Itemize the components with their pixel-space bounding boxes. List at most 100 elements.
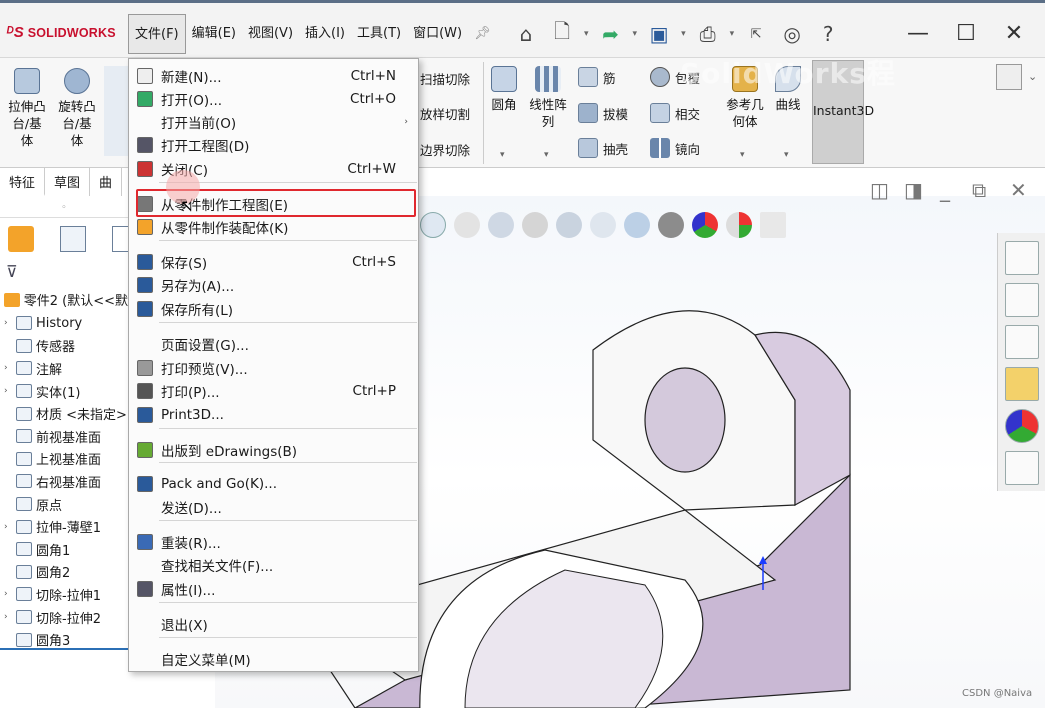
tree-item[interactable]: › 拉伸-薄壁1 xyxy=(4,515,128,538)
tree-item[interactable]: › History xyxy=(4,312,128,335)
file-menu-item[interactable]: 自定义菜单(M) xyxy=(129,647,418,670)
edit-appearance-icon[interactable] xyxy=(692,212,718,238)
previous-view-icon[interactable] xyxy=(488,212,514,238)
tab-sketch[interactable]: 草图 xyxy=(45,168,91,196)
chevron-down-icon[interactable]: ▾ xyxy=(730,29,735,39)
help-icon[interactable]: ? xyxy=(814,20,842,48)
file-menu-item[interactable]: 出版到 eDrawings(B) xyxy=(129,438,418,461)
revolve-boss-button[interactable]: 旋转凸 台/基 体 xyxy=(56,68,98,149)
close-icon[interactable]: ✕ xyxy=(996,18,1032,50)
chevron-down-icon[interactable]: ▾ xyxy=(500,150,505,160)
appearances-icon[interactable] xyxy=(1004,409,1039,443)
select-icon[interactable]: ⇱ xyxy=(742,20,770,48)
tree-item[interactable]: 圆角2 xyxy=(4,561,128,584)
file-menu-item[interactable]: 新建(N)... Ctrl+N xyxy=(129,64,418,87)
pin-icon[interactable]: 📌︎ xyxy=(468,14,497,54)
file-menu-item[interactable]: 另存为(A)... xyxy=(129,273,418,296)
shell-button[interactable]: 抽壳 xyxy=(578,138,628,158)
file-menu-item[interactable]: Print3D... xyxy=(129,403,418,426)
file-menu-item[interactable]: 属性(I)... xyxy=(129,577,418,600)
tab-surfaces[interactable]: 曲 xyxy=(90,168,123,196)
custom-properties-icon[interactable] xyxy=(1004,451,1039,485)
menu-view[interactable]: 视图(V) xyxy=(242,14,299,54)
feature-tree-icon[interactable] xyxy=(8,226,34,252)
file-menu-item[interactable]: 打开(O)... Ctrl+O xyxy=(129,87,418,110)
extrude-boss-button[interactable]: 拉伸凸 台/基 体 xyxy=(6,68,48,149)
chevron-down-icon[interactable]: ▾ xyxy=(584,29,589,39)
menu-file[interactable]: 文件(F) xyxy=(128,14,186,54)
file-menu-item[interactable]: 打开当前(O) › xyxy=(129,110,418,133)
file-menu-item[interactable]: 重装(R)... xyxy=(129,530,418,553)
tree-item[interactable]: 上视基准面 xyxy=(4,448,128,471)
file-menu-item[interactable]: 打印(P)... Ctrl+P xyxy=(129,379,418,402)
sweep-icon[interactable] xyxy=(104,66,128,156)
menu-window[interactable]: 窗口(W) xyxy=(407,14,468,54)
tree-item[interactable]: 右视基准面 xyxy=(4,470,128,493)
ribbon-options-icon[interactable] xyxy=(996,64,1022,90)
doc-restore-icon[interactable]: ⧉ xyxy=(972,178,986,202)
chevron-down-icon[interactable]: ▾ xyxy=(633,29,638,39)
tree-item[interactable]: 原点 xyxy=(4,493,128,516)
file-menu-item[interactable]: 页面设置(G)... xyxy=(129,332,418,355)
tree-item[interactable]: › 实体(1) xyxy=(4,380,128,403)
save-icon[interactable]: ▣ xyxy=(645,20,673,48)
minimize-icon[interactable]: — xyxy=(900,18,936,50)
view-settings-icon[interactable] xyxy=(760,212,786,238)
open-icon[interactable]: ➦ xyxy=(597,20,625,48)
tree-root[interactable]: 零件2 (默认<<默 xyxy=(4,290,128,309)
restore-right-icon[interactable]: ◨ xyxy=(904,178,923,202)
tree-item[interactable]: 材质 <未指定> xyxy=(4,402,128,425)
tree-item[interactable]: 传感器 xyxy=(4,335,128,358)
display-style-icon[interactable] xyxy=(624,212,650,238)
property-manager-icon[interactable] xyxy=(60,226,86,252)
zoom-to-fit-icon[interactable] xyxy=(420,212,446,238)
tree-item[interactable]: › 注解 xyxy=(4,357,128,380)
linear-pattern-button[interactable]: 线性阵 列 xyxy=(526,66,570,130)
file-menu-item[interactable]: 退出(X) xyxy=(129,612,418,635)
file-menu-item[interactable]: 保存所有(L) xyxy=(129,297,418,320)
maximize-icon[interactable]: ☐ xyxy=(948,18,984,50)
panel-splitter[interactable]: ◦ xyxy=(0,198,128,218)
hide-show-icon[interactable] xyxy=(658,212,684,238)
expand-arrow-icon[interactable]: › xyxy=(4,612,16,622)
file-menu-item[interactable]: Pack and Go(K)... xyxy=(129,472,418,495)
expand-arrow-icon[interactable]: › xyxy=(4,522,16,532)
restore-left-icon[interactable]: ◫ xyxy=(870,178,889,202)
section-view-icon[interactable] xyxy=(522,212,548,238)
print-icon[interactable]: ⎙ xyxy=(694,20,722,48)
ribbon-collapse-icon[interactable]: ⌄ xyxy=(1028,70,1037,83)
filter-icon[interactable]: ⊽ xyxy=(6,262,18,281)
expand-arrow-icon[interactable]: › xyxy=(4,363,16,373)
rib-button[interactable]: 筋 xyxy=(578,67,616,87)
dynamic-annotation-icon[interactable] xyxy=(556,212,582,238)
tree-item[interactable]: › 切除-拉伸2 xyxy=(4,606,128,629)
zoom-area-icon[interactable] xyxy=(454,212,480,238)
expand-arrow-icon[interactable]: › xyxy=(4,386,16,396)
doc-minimize-icon[interactable]: _ xyxy=(940,178,950,202)
tab-features[interactable]: 特征 xyxy=(0,168,46,196)
apply-scene-icon[interactable] xyxy=(726,212,752,238)
menu-edit[interactable]: 编辑(E) xyxy=(186,14,242,54)
lofted-cut-button[interactable]: 放样切割 xyxy=(420,104,470,123)
tree-item[interactable]: 前视基准面 xyxy=(4,425,128,448)
user-icon[interactable]: ◎ xyxy=(778,20,806,48)
file-menu-item[interactable]: 保存(S) Ctrl+S xyxy=(129,250,418,273)
view-palette-icon[interactable] xyxy=(1004,367,1039,401)
file-menu-item[interactable]: 发送(D)... xyxy=(129,495,418,518)
swept-cut-button[interactable]: 扫描切除 xyxy=(420,69,470,88)
menu-tools[interactable]: 工具(T) xyxy=(351,14,407,54)
expand-arrow-icon[interactable]: › xyxy=(4,589,16,599)
mirror-button[interactable]: 镜向 xyxy=(650,138,700,158)
tree-item[interactable]: › 切除-拉伸1 xyxy=(4,583,128,606)
file-explorer-icon[interactable] xyxy=(1004,325,1039,359)
tree-item[interactable]: 圆角1 xyxy=(4,538,128,561)
chevron-down-icon[interactable]: ▾ xyxy=(681,29,686,39)
file-menu-item[interactable]: 打开工程图(D) xyxy=(129,133,418,156)
file-menu-item[interactable]: 查找相关文件(F)... xyxy=(129,553,418,576)
doc-close-icon[interactable]: ✕ xyxy=(1010,178,1027,202)
home-icon[interactable] xyxy=(1004,241,1039,275)
design-library-icon[interactable] xyxy=(1004,283,1039,317)
draft-button[interactable]: 拔模 xyxy=(578,103,628,123)
chevron-down-icon[interactable]: ▾ xyxy=(740,150,745,160)
menu-insert[interactable]: 插入(I) xyxy=(299,14,351,54)
